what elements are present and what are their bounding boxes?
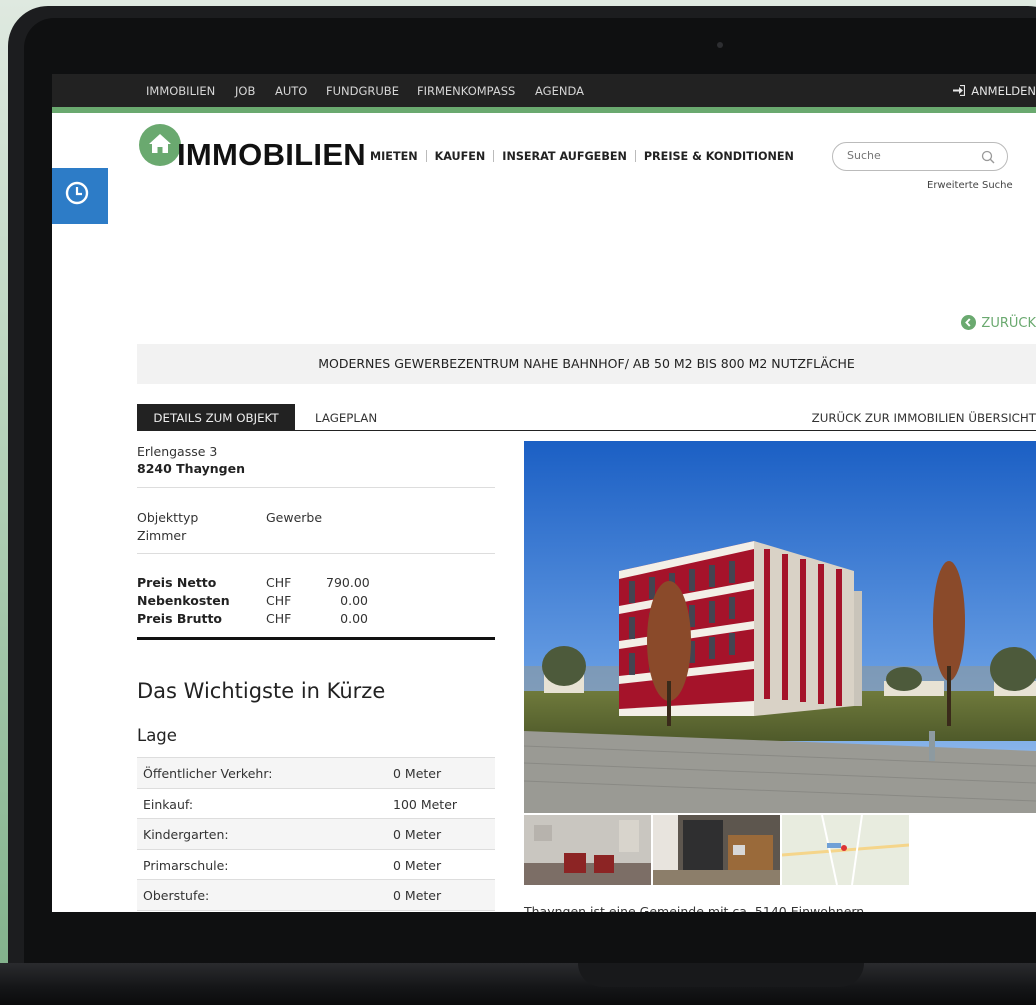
nav-inserat-aufgeben[interactable]: INSERAT AUFGEBEN bbox=[502, 150, 627, 163]
location-table: Öffentlicher Verkehr: 0 Meter Einkauf: 100… bbox=[137, 757, 495, 911]
location-value: 0 Meter bbox=[393, 766, 442, 781]
address-city: 8240 Thayngen bbox=[137, 461, 245, 476]
nav-separator bbox=[425, 150, 427, 162]
photo-thumbnails bbox=[524, 815, 909, 885]
topnav-agenda[interactable]: AGENDA bbox=[535, 84, 584, 98]
back-link-label: ZURÜCK bbox=[981, 316, 1036, 331]
top-navigation: IMMOBILIEN JOB AUTO FUNDGRUBE FIRMENKOMP… bbox=[52, 74, 1036, 107]
search-input[interactable] bbox=[847, 149, 967, 162]
object-details: Erlengasse 3 8240 Thayngen bbox=[137, 444, 495, 476]
camera-icon bbox=[717, 42, 723, 48]
price-gross-label: Preis Brutto bbox=[137, 611, 223, 626]
login-link[interactable]: ANMELDEN bbox=[952, 84, 1036, 98]
description-text: Thayngen ist eine Gemeinde mit ca. 5140 … bbox=[524, 904, 865, 912]
browser-screen: IMMOBILIEN JOB AUTO FUNDGRUBE FIRMENKOMP… bbox=[52, 74, 1036, 912]
clock-icon bbox=[65, 181, 89, 205]
topnav-fundgrube[interactable]: FUNDGRUBE bbox=[326, 84, 399, 98]
search-box bbox=[832, 142, 1008, 171]
topnav-auto[interactable]: AUTO bbox=[275, 84, 307, 98]
table-row: Primarschule: 0 Meter bbox=[137, 850, 495, 880]
nav-preise-konditionen[interactable]: PREISE & KONDITIONEN bbox=[644, 150, 794, 163]
nav-separator bbox=[634, 150, 636, 162]
summary-heading: Das Wichtigste in Kürze bbox=[137, 679, 386, 703]
back-to-overview-link[interactable]: ZURÜCK ZUR IMMOBILIEN ÜBERSICHT bbox=[812, 411, 1036, 425]
tab-details[interactable]: DETAILS ZUM OBJEKT bbox=[137, 404, 295, 431]
location-label: Oberstufe: bbox=[143, 888, 210, 903]
price-net-value: 790.00 bbox=[326, 575, 370, 590]
extra-costs-label: Nebenkosten bbox=[137, 593, 230, 608]
nav-kaufen[interactable]: KAUFEN bbox=[435, 150, 486, 163]
history-button[interactable] bbox=[52, 168, 108, 224]
price-gross-value: 0.00 bbox=[340, 611, 368, 626]
object-type-label: Objekttyp bbox=[137, 510, 199, 525]
divider bbox=[137, 487, 495, 488]
location-value: 0 Meter bbox=[393, 857, 442, 873]
location-label: Kindergarten: bbox=[143, 827, 229, 842]
table-row: Einkauf: 100 Meter bbox=[137, 789, 495, 819]
advanced-search-link[interactable]: Erweiterte Suche bbox=[927, 180, 1013, 191]
laptop-base bbox=[0, 963, 1036, 1005]
search-icon[interactable] bbox=[981, 150, 995, 164]
price-divider bbox=[137, 637, 495, 640]
table-row: Oberstufe: 0 Meter bbox=[137, 880, 495, 911]
login-label: ANMELDEN bbox=[971, 84, 1036, 98]
extra-costs-value: 0.00 bbox=[340, 593, 368, 608]
nav-separator bbox=[493, 150, 495, 162]
divider bbox=[137, 553, 495, 554]
listing-title: MODERNES GEWERBEZENTRUM NAHE BAHNHOF/ AB… bbox=[318, 356, 855, 371]
chevron-left-icon bbox=[961, 315, 977, 330]
nav-mieten[interactable]: MIETEN bbox=[370, 150, 418, 163]
laptop-notch bbox=[578, 963, 864, 987]
rooms-label: Zimmer bbox=[137, 528, 187, 543]
location-heading: Lage bbox=[137, 726, 177, 745]
object-type-value: Gewerbe bbox=[266, 510, 323, 525]
thumbnail-map[interactable] bbox=[782, 815, 909, 885]
extra-costs-currency: CHF bbox=[266, 593, 292, 608]
topnav-firmenkompass[interactable]: FIRMENKOMPASS bbox=[417, 84, 515, 98]
address-street: Erlengasse 3 bbox=[137, 444, 218, 459]
tab-lageplan[interactable]: LAGEPLAN bbox=[315, 411, 377, 425]
listing-title-bar: MODERNES GEWERBEZENTRUM NAHE BAHNHOF/ AB… bbox=[137, 344, 1036, 384]
price-net-currency: CHF bbox=[266, 575, 292, 590]
accent-divider bbox=[52, 107, 1036, 113]
topnav-immobilien[interactable]: IMMOBILIEN bbox=[146, 84, 215, 98]
table-row: Öffentlicher Verkehr: 0 Meter bbox=[137, 758, 495, 789]
detail-tabs: DETAILS ZUM OBJEKT LAGEPLAN ZURÜCK ZUR I… bbox=[137, 404, 1036, 431]
location-value: 100 Meter bbox=[393, 796, 458, 812]
location-label: Primarschule: bbox=[143, 857, 229, 873]
location-label: Öffentlicher Verkehr: bbox=[143, 766, 273, 781]
back-link[interactable]: ZURÜCK bbox=[961, 315, 1036, 331]
house-icon bbox=[149, 134, 171, 153]
main-navigation: MIETEN KAUFEN INSERAT AUFGEBEN PREISE & KON… bbox=[370, 150, 794, 163]
main-property-photo[interactable] bbox=[524, 441, 1036, 813]
location-value: 0 Meter bbox=[393, 827, 442, 842]
thumbnail-office[interactable] bbox=[653, 815, 780, 885]
price-net-label: Preis Netto bbox=[137, 575, 217, 590]
table-row: Kindergarten: 0 Meter bbox=[137, 819, 495, 850]
topnav-job[interactable]: JOB bbox=[235, 84, 255, 98]
location-value: 0 Meter bbox=[393, 888, 442, 903]
location-label: Einkauf: bbox=[143, 796, 194, 812]
thumbnail-interior[interactable] bbox=[524, 815, 651, 885]
logo-text: IMMOBILIEN bbox=[177, 137, 366, 172]
price-gross-currency: CHF bbox=[266, 611, 292, 626]
login-arrow-icon bbox=[952, 84, 969, 98]
